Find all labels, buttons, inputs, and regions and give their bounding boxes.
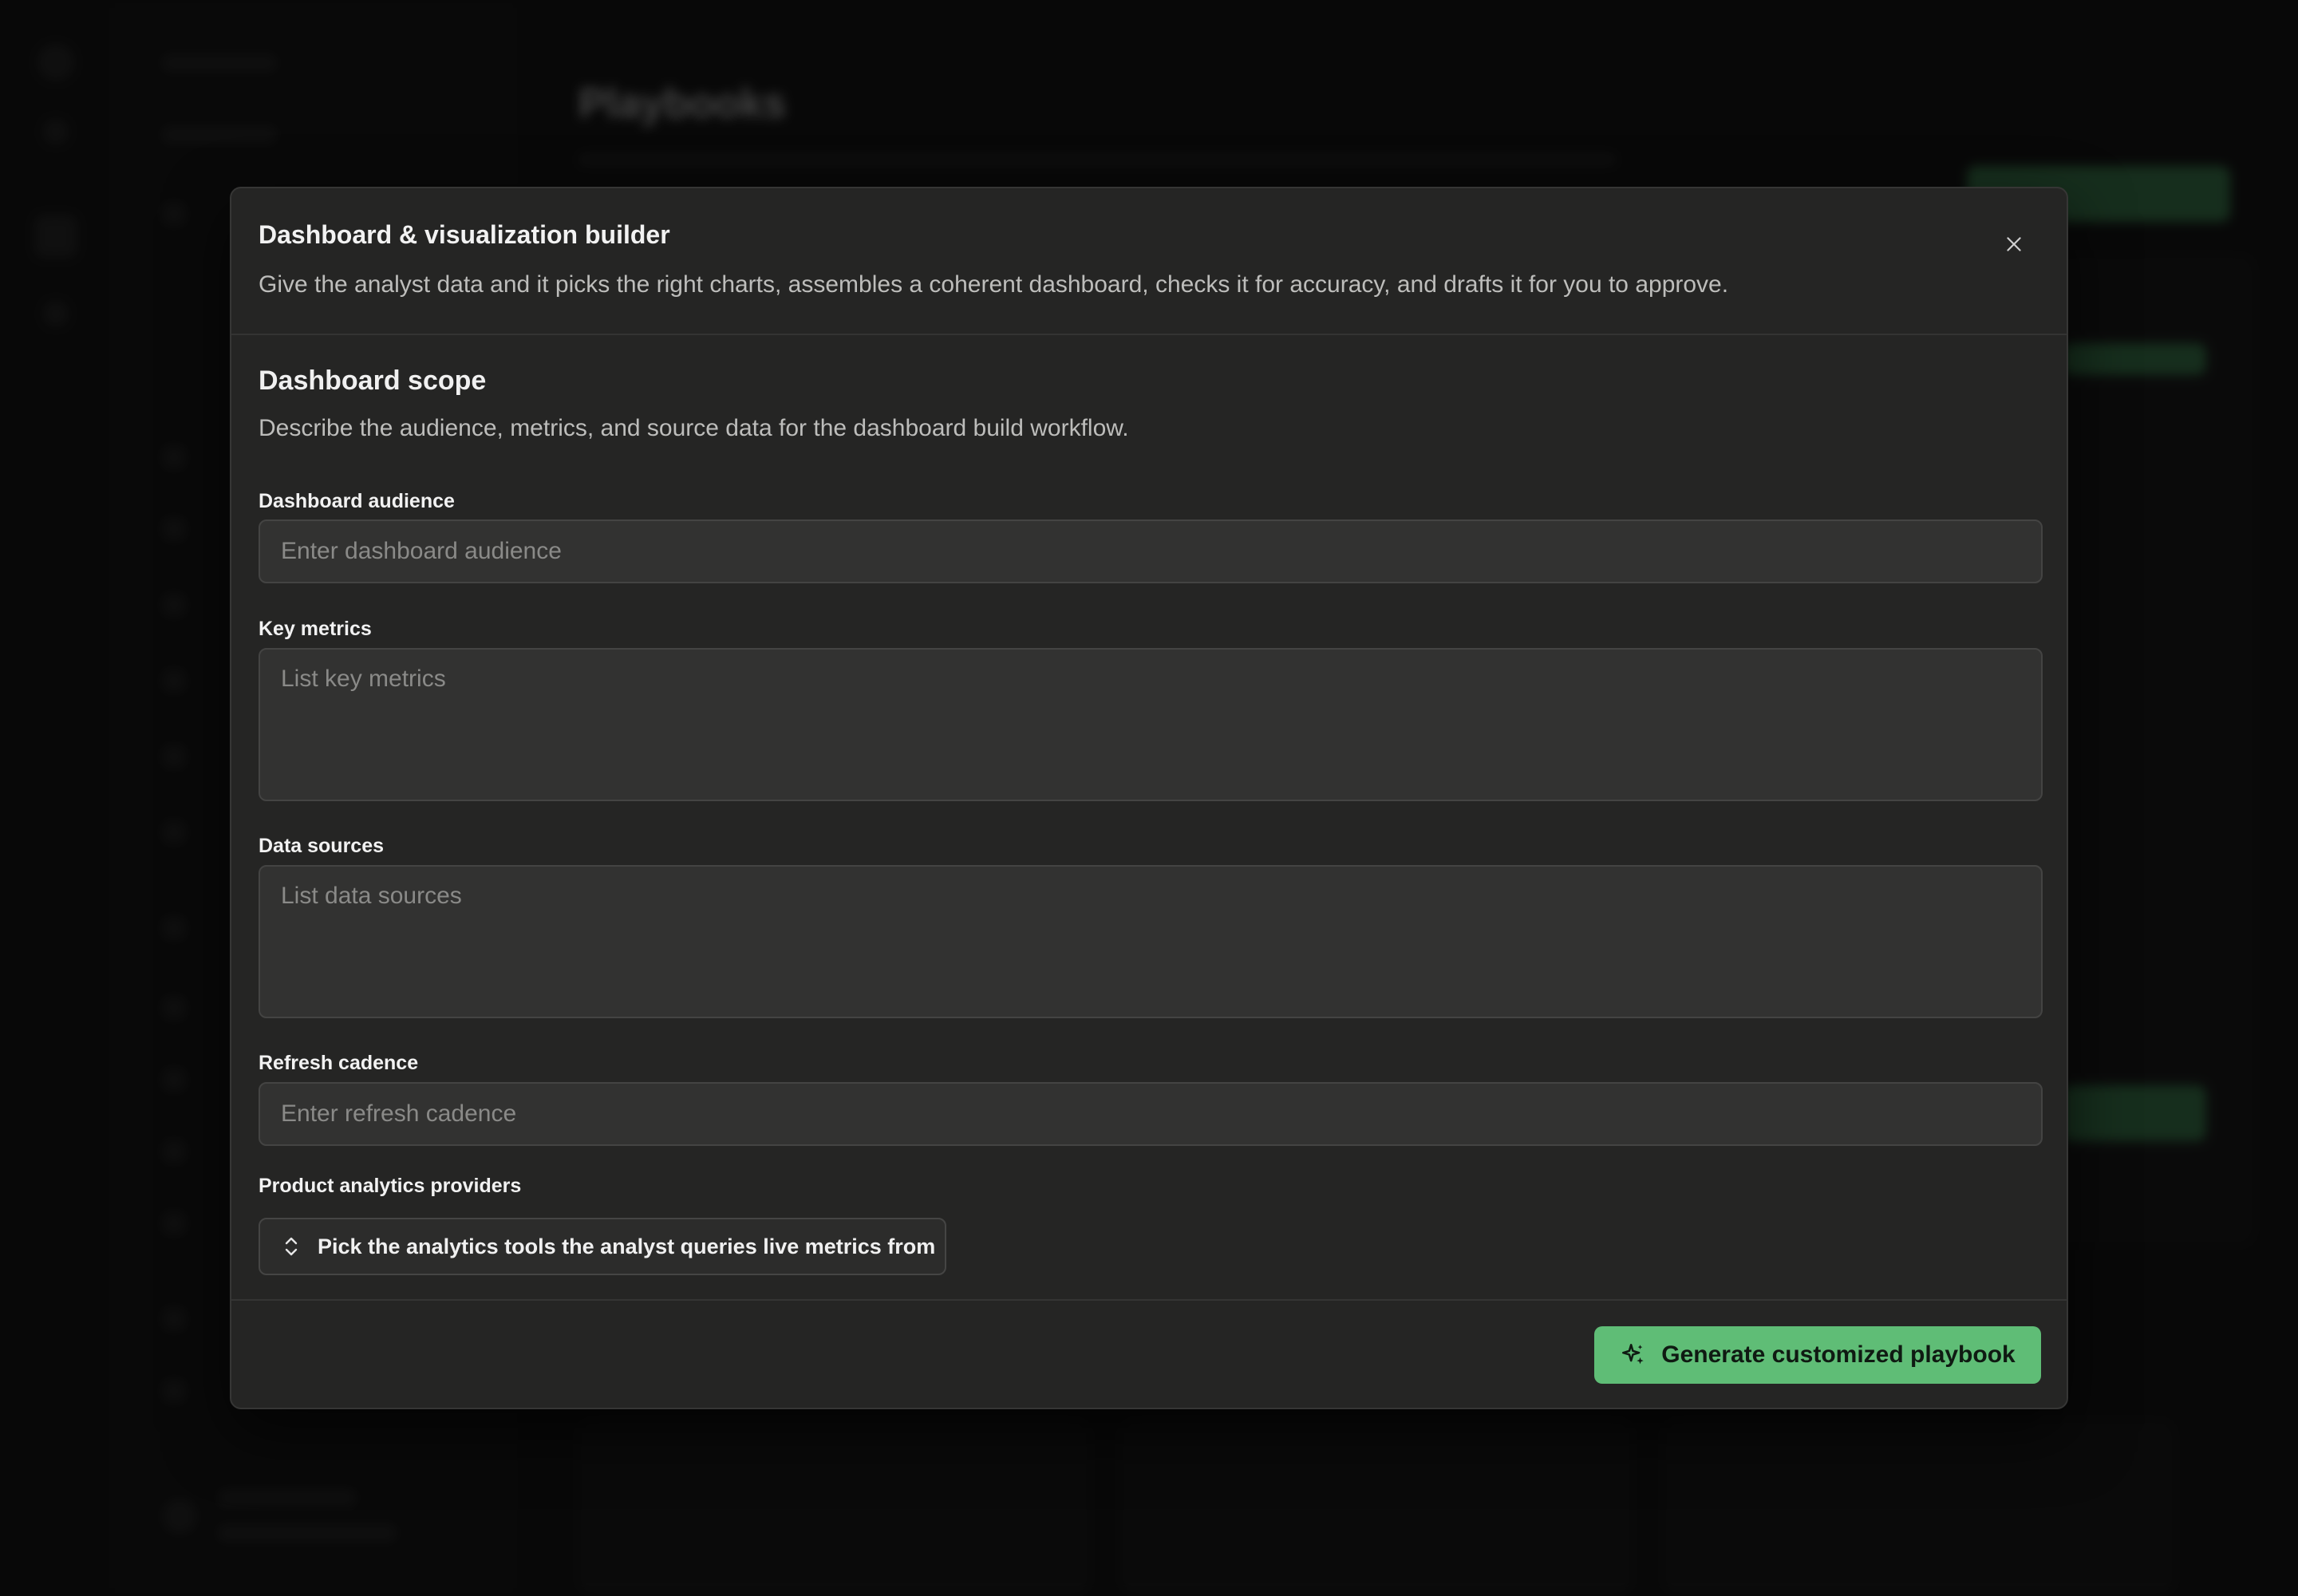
section-description: Describe the audience, metrics, and sour…	[259, 415, 1129, 441]
generate-playbook-button[interactable]: Generate customized playbook	[1594, 1326, 2041, 1384]
sources-label: Data sources	[259, 835, 385, 857]
metrics-label: Key metrics	[259, 618, 372, 640]
generate-playbook-label: Generate customized playbook	[1661, 1341, 2016, 1368]
modal-footer: Generate customized playbook	[231, 1299, 2067, 1411]
providers-label: Product analytics providers	[259, 1175, 522, 1197]
modal-header: Dashboard & visualization builder Give t…	[231, 188, 2067, 335]
audience-input[interactable]	[259, 519, 2043, 583]
sparkles-icon	[1622, 1343, 1645, 1365]
close-button[interactable]	[1998, 228, 2030, 260]
sources-textarea[interactable]	[259, 865, 2043, 1018]
modal-description: Give the analyst data and it picks the r…	[259, 271, 1729, 298]
providers-picker[interactable]: Pick the analytics tools the analyst que…	[259, 1218, 946, 1275]
close-icon	[2007, 237, 2021, 251]
providers-picker-text: Pick the analytics tools the analyst que…	[318, 1234, 936, 1258]
playbook-modal: Dashboard & visualization builder Give t…	[230, 187, 2068, 1409]
section-title: Dashboard scope	[259, 365, 487, 396]
cadence-input[interactable]	[259, 1082, 2043, 1146]
cadence-label: Refresh cadence	[259, 1052, 419, 1074]
chevron-up-down-icon	[285, 1237, 298, 1256]
modal-title: Dashboard & visualization builder	[259, 220, 670, 249]
metrics-textarea[interactable]	[259, 648, 2043, 801]
audience-label: Dashboard audience	[259, 490, 455, 512]
